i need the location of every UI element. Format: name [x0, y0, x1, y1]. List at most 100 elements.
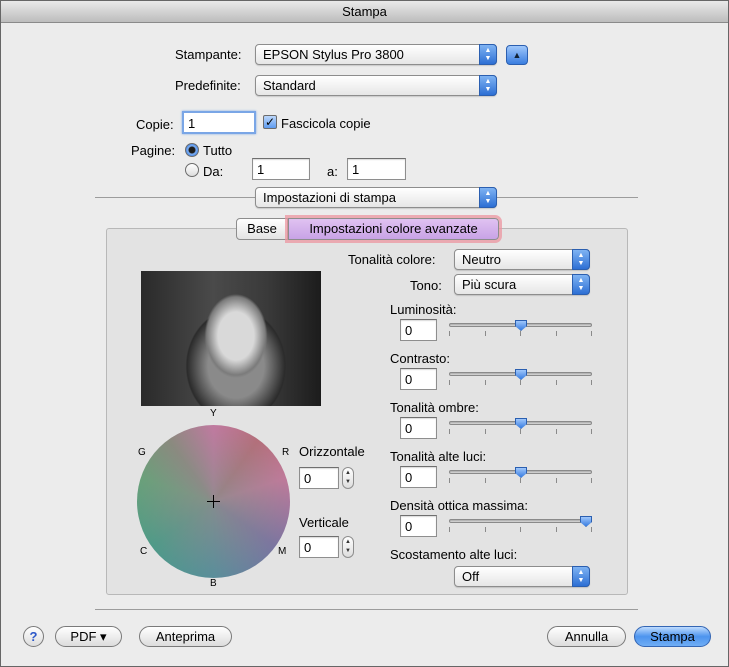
wheel-label-g: G: [138, 447, 146, 458]
slider-tick: [449, 331, 450, 336]
presets-label: Predefinite:: [175, 78, 241, 93]
window-title: Stampa: [1, 1, 728, 23]
slider-value-input[interactable]: 0: [400, 417, 437, 439]
up-down-arrows-icon: ▲ ▼: [572, 566, 590, 587]
slider-label: Luminosità:: [390, 302, 457, 317]
slider-ticks: [449, 380, 592, 386]
pages-all-radio[interactable]: [185, 143, 199, 157]
printer-popup[interactable]: EPSON Stylus Pro 3800 ▲ ▼: [255, 44, 497, 65]
highlight-shift-popup[interactable]: Off ▲ ▼: [454, 566, 590, 587]
up-down-arrows-icon: ▲ ▼: [479, 44, 497, 65]
tab-advanced-color[interactable]: Impostazioni colore avanzate: [285, 215, 502, 243]
slider-value-input[interactable]: 0: [400, 466, 437, 488]
help-button[interactable]: ?: [23, 626, 44, 647]
divider-bottom: [95, 609, 638, 610]
panel-popup-value: Impostazioni di stampa: [263, 190, 396, 205]
pages-label: Pagine:: [131, 143, 176, 158]
slider-tick: [449, 429, 450, 434]
pages-range-radio[interactable]: [185, 163, 199, 177]
presets-value: Standard: [263, 78, 316, 93]
pages-to-input[interactable]: 1: [347, 158, 406, 180]
slider-ticks: [449, 331, 592, 337]
slider-tick: [556, 478, 557, 483]
slider-ticks: [449, 478, 592, 484]
slider-tick: [520, 331, 521, 336]
slider-ticks: [449, 527, 592, 533]
vertical-label: Verticale: [299, 515, 349, 530]
wheel-label-y: Y: [210, 408, 217, 419]
slider-value-input[interactable]: 0: [400, 368, 437, 390]
pages-all-label: Tutto: [203, 143, 233, 158]
slider-label: Densità ottica massima:: [390, 498, 528, 513]
pdf-button[interactable]: PDF ▾: [55, 626, 122, 647]
copies-label: Copie:: [136, 117, 174, 132]
slider-value-input[interactable]: 0: [400, 319, 437, 341]
slider-tick: [485, 429, 486, 434]
slider-track[interactable]: [449, 519, 592, 523]
color-wheel[interactable]: [137, 425, 290, 578]
print-dialog: Stampa Stampante: EPSON Stylus Pro 3800 …: [0, 0, 729, 667]
up-down-arrows-icon: ▲ ▼: [479, 75, 497, 96]
slider-tick: [485, 527, 486, 532]
preview-button[interactable]: Anteprima: [139, 626, 232, 647]
up-down-arrows-icon: ▲ ▼: [572, 274, 590, 295]
slider-ticks: [449, 429, 592, 435]
tono-popup[interactable]: Più scura ▲ ▼: [454, 274, 590, 295]
tone-label: Tonalità colore:: [348, 252, 436, 267]
highlight-shift-label: Scostamento alte luci:: [390, 547, 518, 562]
slider-tick: [556, 331, 557, 336]
collapse-triangle-icon[interactable]: ▲: [506, 45, 528, 65]
wheel-label-c: C: [140, 546, 148, 557]
vertical-stepper[interactable]: ▲ ▼: [342, 536, 354, 558]
slider-label: Tonalità alte luci:: [390, 449, 487, 464]
slider-tick: [591, 478, 592, 483]
slider-tick: [485, 331, 486, 336]
collate-checkbox[interactable]: ✓: [263, 115, 277, 129]
print-button[interactable]: Stampa: [634, 626, 711, 647]
slider-tick: [556, 527, 557, 532]
tone-popup[interactable]: Neutro ▲ ▼: [454, 249, 590, 270]
wheel-label-b: B: [210, 578, 217, 589]
slider-tick: [591, 331, 592, 336]
presets-popup[interactable]: Standard ▲ ▼: [255, 75, 497, 96]
crosshair-icon[interactable]: [207, 495, 220, 508]
slider-tick: [520, 527, 521, 532]
wheel-label-m: M: [278, 546, 287, 557]
slider-label: Contrasto:: [390, 351, 450, 366]
tono-value: Più scura: [462, 277, 517, 292]
preview-image: [141, 271, 321, 406]
slider-tick: [520, 380, 521, 385]
slider-tick: [556, 429, 557, 434]
slider-tick: [485, 380, 486, 385]
slider-tick: [449, 478, 450, 483]
slider-tick: [591, 380, 592, 385]
slider-tick: [520, 478, 521, 483]
pages-from-label: Da:: [203, 164, 224, 179]
slider-tick: [485, 478, 486, 483]
pages-from-input[interactable]: 1: [252, 158, 310, 180]
panel-popup[interactable]: Impostazioni di stampa ▲ ▼: [255, 187, 497, 208]
checkmark-icon: ✓: [264, 115, 276, 129]
slider-label: Tonalità ombre:: [390, 400, 479, 415]
tab-base[interactable]: Base: [236, 218, 288, 240]
slider-tick: [449, 527, 450, 532]
printer-value: EPSON Stylus Pro 3800: [263, 47, 404, 62]
slider-tick: [449, 380, 450, 385]
tone-value: Neutro: [462, 252, 502, 267]
cancel-button[interactable]: Annulla: [547, 626, 626, 647]
copies-input[interactable]: 1: [182, 111, 256, 134]
up-down-arrows-icon: ▲ ▼: [572, 249, 590, 270]
horizontal-label: Orizzontale: [299, 444, 365, 459]
horizontal-input[interactable]: 0: [299, 467, 339, 489]
slider-value-input[interactable]: 0: [400, 515, 437, 537]
vertical-input[interactable]: 0: [299, 536, 339, 558]
up-down-arrows-icon: ▲ ▼: [479, 187, 497, 208]
slider-tick: [556, 380, 557, 385]
slider-tick: [520, 429, 521, 434]
highlight-shift-value: Off: [462, 569, 480, 584]
pages-to-label: a:: [327, 164, 338, 179]
horizontal-stepper[interactable]: ▲ ▼: [342, 467, 354, 489]
printer-label: Stampante:: [175, 47, 242, 62]
slider-tick: [591, 527, 592, 532]
wheel-label-r: R: [282, 447, 290, 458]
